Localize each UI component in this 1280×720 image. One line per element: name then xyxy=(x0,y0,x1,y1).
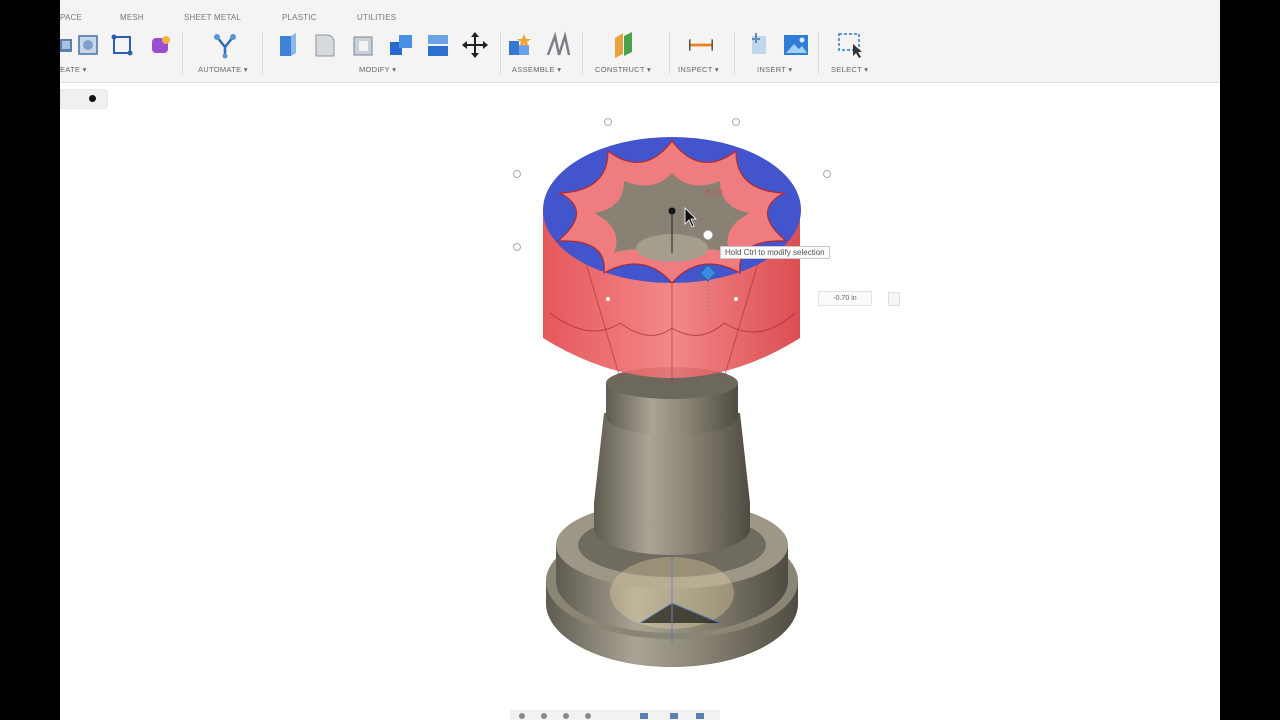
move-icon[interactable] xyxy=(461,30,489,60)
new-component-icon[interactable] xyxy=(506,30,534,60)
viewports-icon[interactable] xyxy=(696,713,704,719)
select-icon[interactable] xyxy=(836,30,864,60)
tab-utilities[interactable]: UTILITIES xyxy=(357,13,396,22)
drag-handle[interactable] xyxy=(702,229,714,241)
split-face-icon[interactable] xyxy=(424,30,452,60)
tab-mesh[interactable]: MESH xyxy=(120,13,144,22)
resize-handle[interactable] xyxy=(823,170,831,178)
selection-tooltip: Hold Ctrl to modify selection xyxy=(720,246,830,259)
separator xyxy=(582,32,583,74)
look-at-icon[interactable] xyxy=(541,713,547,719)
fusion-window: PACE MESH SHEET METAL PLASTIC UTILITIES … xyxy=(60,0,1220,720)
grid-settings-icon[interactable] xyxy=(670,713,678,719)
edge-point xyxy=(734,297,738,301)
insert-canvas-icon[interactable] xyxy=(746,30,774,60)
separator xyxy=(182,32,183,74)
construct-group-label[interactable]: CONSTRUCT ▾ xyxy=(595,65,651,74)
separator xyxy=(818,32,819,74)
resize-handle[interactable] xyxy=(604,118,612,126)
create-solid-icon[interactable] xyxy=(146,30,174,60)
form-icon[interactable] xyxy=(108,30,136,60)
dimension-input-toggle[interactable] xyxy=(888,292,900,306)
dimension-input[interactable]: -0.70 in xyxy=(818,291,872,306)
inspect-group-label[interactable]: INSPECT ▾ xyxy=(678,65,719,74)
separator xyxy=(500,32,501,74)
construct-plane-icon[interactable] xyxy=(610,30,638,60)
sketch-dimension-label: 0.70 xyxy=(705,188,723,198)
navigation-bar[interactable] xyxy=(510,708,720,720)
automate-icon[interactable] xyxy=(211,30,239,60)
zoom-icon[interactable] xyxy=(585,713,591,719)
modify-group-label[interactable]: MODIFY ▾ xyxy=(359,65,396,74)
fillet-icon[interactable] xyxy=(311,30,339,60)
tab-sheet-metal[interactable]: SHEET METAL xyxy=(184,13,241,22)
resize-handle[interactable] xyxy=(513,243,521,251)
shell-icon[interactable] xyxy=(349,30,377,60)
orbit-icon[interactable] xyxy=(519,713,525,719)
assemble-group-label[interactable]: ASSEMBLE ▾ xyxy=(512,65,561,74)
combine-icon[interactable] xyxy=(387,30,415,60)
pan-icon[interactable] xyxy=(563,713,569,719)
chess-rook-model[interactable]: 0.70 xyxy=(60,83,1220,720)
joint-icon[interactable] xyxy=(544,30,572,60)
separator xyxy=(734,32,735,74)
separator xyxy=(669,32,670,74)
tab-space[interactable]: PACE xyxy=(60,13,82,22)
canvas-viewport[interactable]: 0.70 Hold Ctrl to modify selection -0.70… xyxy=(60,83,1220,720)
edge-point xyxy=(606,297,610,301)
tab-plastic[interactable]: PLASTIC xyxy=(282,13,317,22)
insert-image-icon[interactable] xyxy=(782,30,810,60)
sketch-icon[interactable] xyxy=(74,30,102,60)
display-settings-icon[interactable] xyxy=(640,713,648,719)
press-pull-icon[interactable] xyxy=(273,30,301,60)
create-group-label[interactable]: EATE ▾ xyxy=(60,65,87,74)
insert-group-label[interactable]: INSERT ▾ xyxy=(757,65,792,74)
select-group-label[interactable]: SELECT ▾ xyxy=(831,65,868,74)
resize-handle[interactable] xyxy=(513,170,521,178)
automate-group-label[interactable]: AUTOMATE ▾ xyxy=(198,65,248,74)
resize-handle[interactable] xyxy=(732,118,740,126)
toolbar: PACE MESH SHEET METAL PLASTIC UTILITIES … xyxy=(60,0,1220,83)
separator xyxy=(262,32,263,74)
measure-icon[interactable] xyxy=(687,30,715,60)
